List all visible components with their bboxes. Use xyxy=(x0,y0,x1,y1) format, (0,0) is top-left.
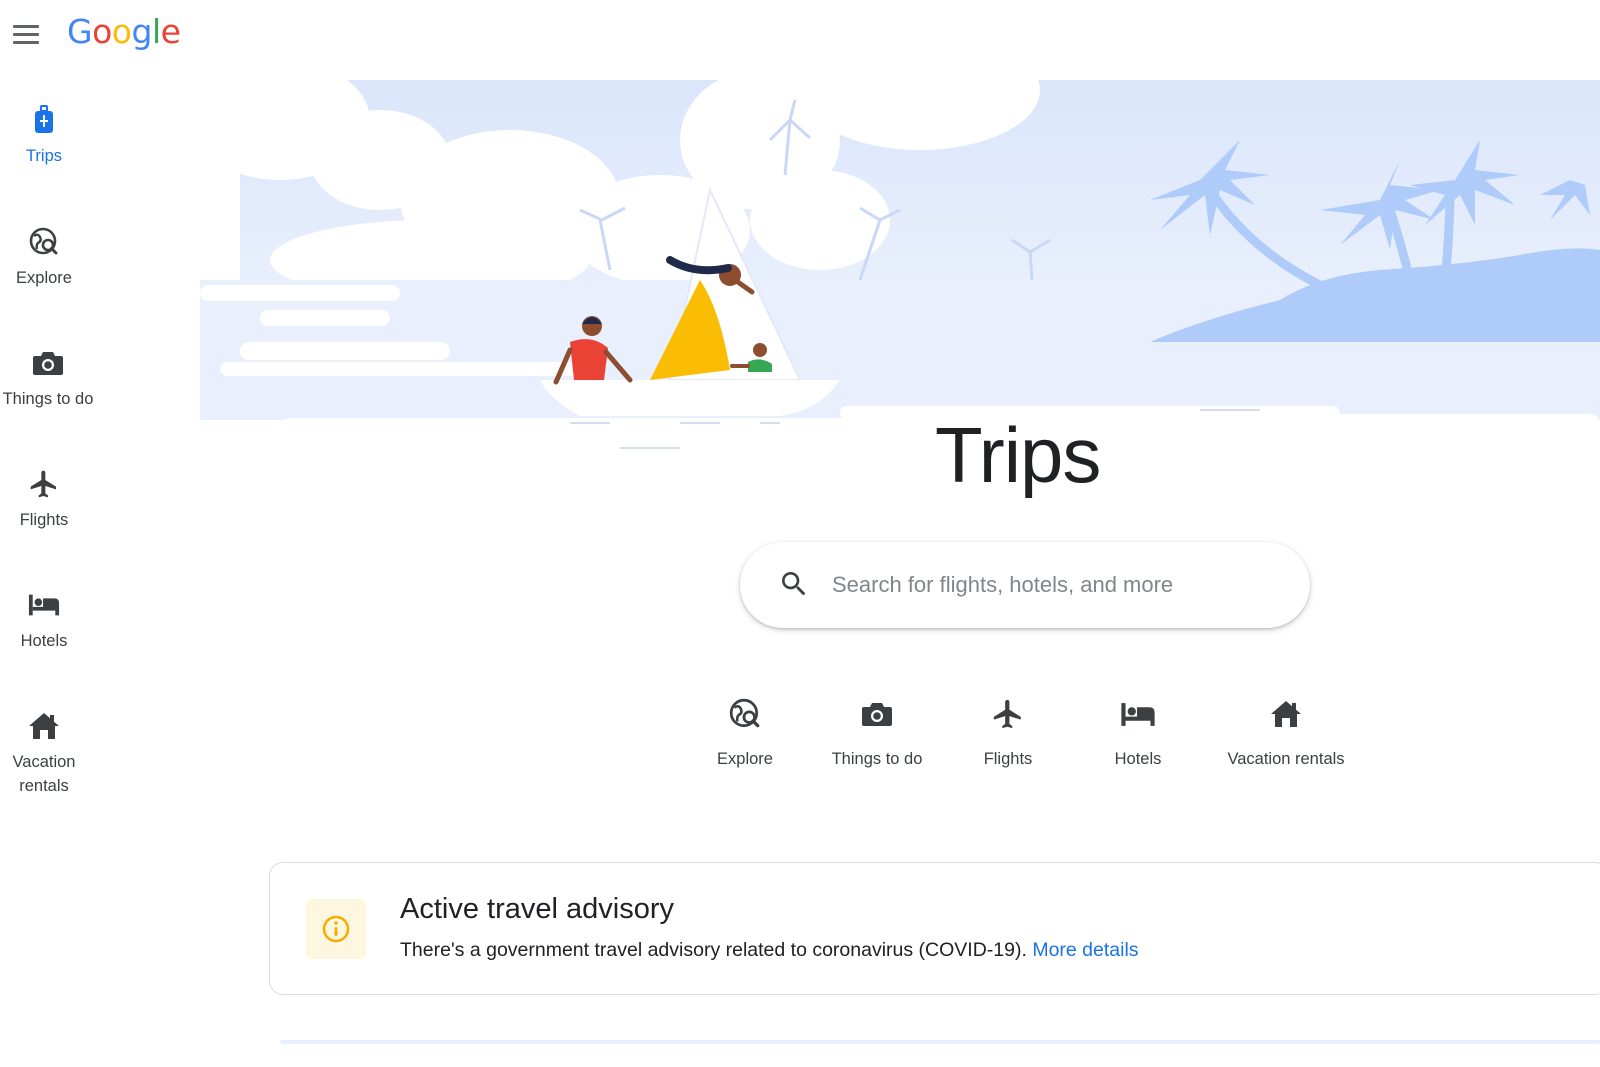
quick-link-hotels[interactable]: Hotels xyxy=(1109,696,1167,769)
search-icon xyxy=(778,568,810,605)
info-icon xyxy=(306,899,366,959)
sidebar-item-label: Hotels xyxy=(20,632,68,650)
sidebar-item-things-to-do[interactable]: Things to do xyxy=(2,347,94,411)
hamburger-line xyxy=(13,32,39,36)
sidebar-item-label: Explore xyxy=(16,269,72,287)
advisory-title: Active travel advisory xyxy=(400,893,674,925)
sidebar-item-label: Trips xyxy=(25,147,63,165)
hamburger-line xyxy=(13,24,39,28)
explore-globe-icon xyxy=(28,226,60,258)
sidebar-item-vacation-rentals[interactable]: Vacation rentals xyxy=(0,710,88,798)
quick-link-label: Vacation rentals xyxy=(1227,750,1345,768)
search-box[interactable] xyxy=(740,542,1310,628)
trips-luggage-icon xyxy=(28,104,60,136)
main-menu-button[interactable] xyxy=(8,16,44,52)
top-bar: Google xyxy=(0,0,1600,72)
house-icon xyxy=(1268,696,1304,732)
next-section-edge xyxy=(280,1040,1600,1044)
sidebar-item-label: Things to do xyxy=(2,390,94,408)
more-details-link[interactable]: More details xyxy=(1032,939,1138,961)
explore-globe-icon xyxy=(727,696,763,732)
airplane-icon xyxy=(28,468,60,500)
quick-link-label: Flights xyxy=(983,750,1033,768)
advisory-body: There's a government travel advisory rel… xyxy=(400,939,1027,961)
search-input[interactable] xyxy=(830,562,1270,608)
airplane-icon xyxy=(990,696,1026,732)
sidebar-item-explore[interactable]: Explore xyxy=(0,226,88,290)
hamburger-line xyxy=(13,40,39,44)
bed-icon xyxy=(1120,696,1156,732)
sidebar-item-label: Vacation rentals xyxy=(12,753,76,795)
quick-link-label: Hotels xyxy=(1114,750,1162,768)
sidebar-item-label: Flights xyxy=(19,511,69,529)
hero-illustration xyxy=(190,30,1600,480)
camera-icon xyxy=(32,347,64,379)
house-icon xyxy=(28,710,60,742)
google-logo[interactable]: Google xyxy=(67,12,181,51)
travel-advisory-card: Active travel advisory There's a governm… xyxy=(269,862,1600,995)
sidebar-item-trips[interactable]: Trips xyxy=(0,104,88,168)
quick-link-things-to-do[interactable]: Things to do xyxy=(822,696,932,769)
advisory-text: There's a government travel advisory rel… xyxy=(400,939,1139,962)
quick-link-explore[interactable]: Explore xyxy=(712,696,778,769)
sidebar-item-flights[interactable]: Flights xyxy=(0,468,88,532)
quick-link-label: Explore xyxy=(717,750,773,768)
bed-icon xyxy=(28,589,60,621)
camera-icon xyxy=(859,696,895,732)
quick-link-vacation-rentals[interactable]: Vacation rentals xyxy=(1215,696,1357,769)
quick-link-flights[interactable]: Flights xyxy=(978,696,1038,769)
sidebar-item-hotels[interactable]: Hotels xyxy=(0,589,88,653)
page-title: Trips xyxy=(935,411,1101,499)
quick-link-label: Things to do xyxy=(831,750,923,768)
